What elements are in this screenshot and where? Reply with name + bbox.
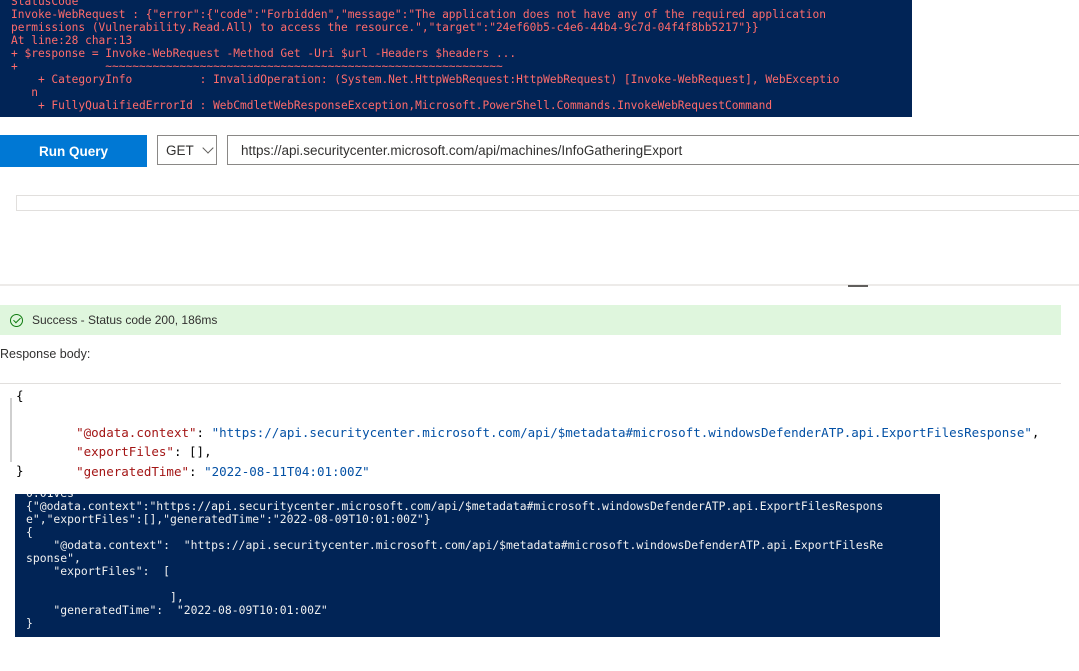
- console-line: At line:28 char:13: [11, 34, 133, 47]
- console-line: + ~~~~~~~~~~~~~~~~~~~~~~~~~~~~~~~~~~~~~~…: [11, 60, 503, 73]
- console-line: sponse",: [26, 551, 81, 565]
- json-sep: :: [189, 463, 205, 479]
- response-indent-guide: [10, 398, 12, 462]
- console-line: n: [11, 86, 38, 99]
- console-line: StatusCode: [11, 0, 79, 8]
- chevron-down-icon: [202, 142, 214, 154]
- console-line: + CategoryInfo : InvalidOperation: (Syst…: [11, 73, 840, 86]
- json-close-brace: }: [16, 463, 24, 478]
- check-circle-icon: [10, 313, 23, 327]
- json-value: "https://api.securitycenter.microsoft.co…: [211, 424, 1032, 440]
- powershell-error-console: StatusCode Invoke-WebRequest : {"error":…: [0, 0, 912, 117]
- console-line: {: [26, 525, 33, 539]
- pane-divider: [0, 284, 1079, 286]
- json-open-brace: {: [16, 388, 24, 403]
- request-body-editor[interactable]: [16, 195, 1079, 211]
- run-query-button[interactable]: Run Query: [0, 135, 147, 167]
- response-body-label: Response body:: [0, 347, 91, 361]
- json-field-generated-time: "generatedTime": "2022-08-11T04:01:00Z": [46, 442, 370, 501]
- console-line: permissions (Vulnerability.Read.All) to …: [11, 21, 759, 34]
- powershell-output-console: 0.01ves {"@odata.context":"https://api.s…: [15, 494, 940, 637]
- response-body-viewer: { "@odata.context": "https://api.securit…: [0, 386, 1061, 480]
- error-output-text: StatusCode Invoke-WebRequest : {"error":…: [0, 0, 912, 112]
- json-value: "2022-08-11T04:01:00Z": [204, 463, 370, 479]
- json-key: "generatedTime": [76, 463, 189, 479]
- console-line: ],: [26, 590, 184, 604]
- url-value: https://api.securitycenter.microsoft.com…: [241, 142, 683, 158]
- console-output-text: 0.01ves {"@odata.context":"https://api.s…: [15, 494, 940, 630]
- response-separator: [0, 383, 1061, 384]
- console-line: e","exportFiles":[],"generatedTime":"202…: [26, 512, 431, 526]
- console-line: Invoke-WebRequest : {"error":{"code":"Fo…: [11, 8, 826, 21]
- console-line: "@odata.context": "https://api.securityc…: [26, 538, 884, 552]
- console-line: + FullyQualifiedErrorId : WebCmdletWebRe…: [11, 99, 773, 112]
- console-line: + $response = Invoke-WebRequest -Method …: [11, 47, 517, 60]
- console-line: }: [26, 616, 33, 630]
- console-line: "exportFiles": [: [26, 564, 171, 578]
- http-method-value: GET: [166, 142, 194, 158]
- splitter-handle[interactable]: [848, 285, 868, 287]
- status-text: Success - Status code 200, 186ms: [32, 313, 218, 327]
- status-banner: Success - Status code 200, 186ms: [0, 305, 1061, 335]
- url-input[interactable]: https://api.securitycenter.microsoft.com…: [227, 135, 1079, 165]
- console-line: {"@odata.context":"https://api.securityc…: [26, 499, 884, 513]
- json-tail: ,: [1031, 424, 1040, 440]
- http-method-select[interactable]: GET: [157, 135, 217, 165]
- console-line: "generatedTime": "2022-08-09T10:01:00Z": [26, 603, 328, 617]
